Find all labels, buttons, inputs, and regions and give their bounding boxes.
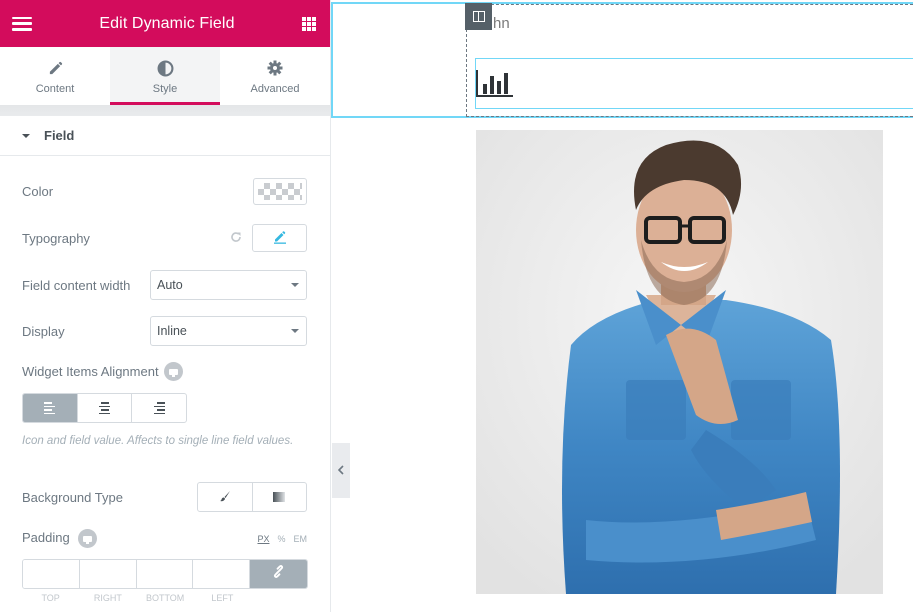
background-type-options xyxy=(197,482,307,512)
bar-chart-icon xyxy=(476,69,514,104)
align-left-icon xyxy=(44,402,56,414)
padding-bottom-input[interactable] xyxy=(136,560,194,588)
typography-edit-button[interactable] xyxy=(252,224,307,252)
dynamic-field-text: hn xyxy=(493,15,510,32)
unit-percent[interactable]: % xyxy=(277,534,285,544)
color-label: Color xyxy=(22,184,54,199)
align-center-icon xyxy=(99,402,110,414)
content-width-select[interactable]: Auto xyxy=(150,270,307,300)
content-width-value: Auto xyxy=(157,278,183,292)
brush-icon xyxy=(219,490,231,505)
tab-style[interactable]: Style xyxy=(110,47,220,105)
padding-label: Padding xyxy=(22,529,70,545)
gear-icon xyxy=(267,59,283,77)
contrast-icon xyxy=(157,59,174,77)
tab-content[interactable]: Content xyxy=(0,47,110,105)
preview-canvas: hn xyxy=(331,0,913,612)
reset-icon[interactable] xyxy=(230,230,242,246)
panel-header: Edit Dynamic Field xyxy=(0,0,330,47)
unit-px[interactable]: PX xyxy=(257,534,269,544)
chevron-down-icon xyxy=(291,283,299,287)
desktop-icon[interactable] xyxy=(78,529,98,548)
typography-control: Typography xyxy=(22,224,307,252)
padding-right-input[interactable] xyxy=(79,560,137,588)
tab-style-label: Style xyxy=(152,83,178,95)
align-left-button[interactable] xyxy=(23,394,78,422)
link-values-button[interactable] xyxy=(250,560,307,588)
display-control: Display Inline xyxy=(22,316,307,346)
person-image xyxy=(476,130,883,594)
padding-right-label: RIGHT xyxy=(93,593,122,603)
grid-icon[interactable] xyxy=(302,16,316,31)
alignment-options xyxy=(22,393,187,423)
background-type-control: Background Type xyxy=(22,482,307,512)
padding-bottom-label: BOTTOM xyxy=(145,593,185,603)
unit-em[interactable]: EM xyxy=(294,534,308,544)
display-value: Inline xyxy=(157,324,187,338)
section-field-header[interactable]: Field xyxy=(0,116,330,156)
desktop-icon[interactable] xyxy=(163,362,183,381)
hamburger-icon[interactable] xyxy=(12,16,32,31)
align-center-button[interactable] xyxy=(78,394,133,422)
content-width-control: Field content width Auto xyxy=(22,270,307,300)
columns-icon xyxy=(472,11,485,22)
editor-panel: Edit Dynamic Field Content Style Advance… xyxy=(0,0,331,612)
padding-label-wrap: Padding xyxy=(22,529,257,548)
unit-switcher: PX % EM xyxy=(257,534,307,544)
chevron-down-icon xyxy=(291,329,299,333)
panel-tabs: Content Style Advanced xyxy=(0,47,330,105)
tab-advanced[interactable]: Advanced xyxy=(220,47,330,105)
content-width-label: Field content width xyxy=(22,277,131,293)
padding-top-input[interactable] xyxy=(23,560,80,588)
padding-left-input[interactable] xyxy=(193,560,250,588)
padding-field-labels: TOP RIGHT BOTTOM LEFT xyxy=(22,593,251,603)
align-right-button[interactable] xyxy=(132,394,186,422)
panel-title: Edit Dynamic Field xyxy=(99,14,235,32)
chevron-left-icon xyxy=(337,462,344,480)
pencil-icon xyxy=(273,230,287,247)
link-icon xyxy=(272,565,285,583)
background-type-label: Background Type xyxy=(22,489,123,505)
color-control: Color xyxy=(22,178,307,205)
display-label: Display xyxy=(22,323,65,339)
tab-content-label: Content xyxy=(35,83,75,95)
column-handle[interactable] xyxy=(465,3,492,30)
pencil-icon xyxy=(48,59,63,77)
profile-photo xyxy=(476,130,883,594)
tab-advanced-label: Advanced xyxy=(250,83,300,95)
caret-down-icon xyxy=(22,133,30,138)
align-right-icon xyxy=(153,402,165,414)
padding-control: Padding PX % EM xyxy=(22,529,307,548)
alignment-label: Widget Items Alignment xyxy=(22,364,159,379)
padding-top-label: TOP xyxy=(41,593,60,603)
background-classic-button[interactable] xyxy=(198,483,253,511)
typography-label: Typography xyxy=(22,230,90,246)
transparent-swatch xyxy=(258,183,302,200)
collapse-panel-button[interactable] xyxy=(332,443,350,498)
padding-inputs xyxy=(22,559,308,589)
padding-left-label: LEFT xyxy=(211,593,234,603)
section-title: Field xyxy=(44,128,75,143)
tab-divider xyxy=(0,105,330,116)
dynamic-field-widget[interactable] xyxy=(475,58,913,109)
alignment-control: Widget Items Alignment xyxy=(22,362,307,381)
background-gradient-button[interactable] xyxy=(253,483,307,511)
display-select[interactable]: Inline xyxy=(150,316,307,346)
color-picker[interactable] xyxy=(253,178,307,205)
gradient-icon xyxy=(273,490,286,505)
alignment-description: Icon and field value. Affects to single … xyxy=(22,435,294,447)
